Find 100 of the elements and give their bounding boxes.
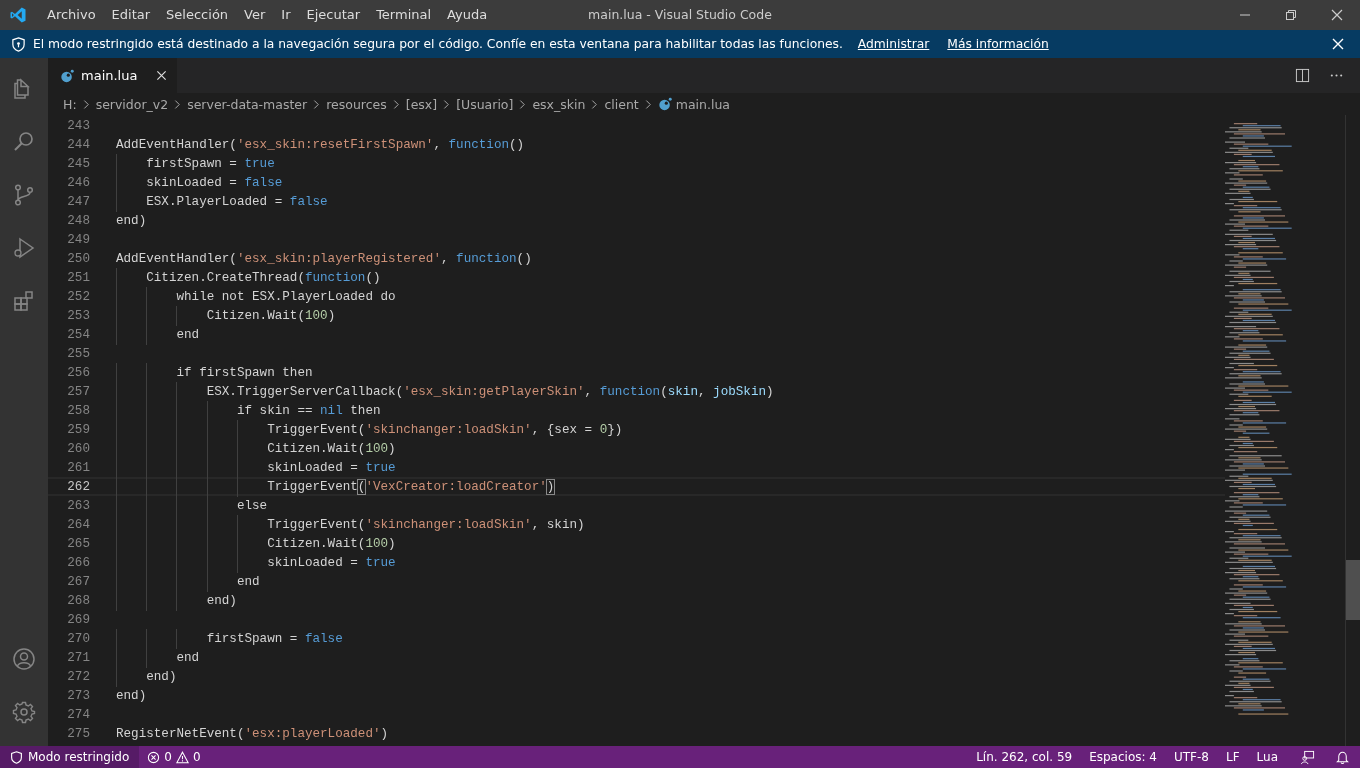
editor-tab[interactable]: main.lua bbox=[48, 58, 178, 93]
status-item[interactable]: Lín. 262, col. 59 bbox=[976, 750, 1073, 764]
code-text: while not ESX.PlayerLoaded do bbox=[116, 289, 396, 304]
code-text: if firstSpawn then bbox=[116, 365, 313, 380]
line-number: 248 bbox=[66, 213, 90, 228]
line-number: 251 bbox=[66, 270, 90, 285]
banner-link[interactable]: Administrar bbox=[857, 37, 930, 51]
menu-item[interactable]: Ver bbox=[236, 0, 274, 30]
code-text: TriggerEvent('skinchanger:loadSkin', {sex = 0}) bbox=[116, 422, 623, 437]
close-icon[interactable] bbox=[156, 70, 168, 81]
breadcrumb-item[interactable]: client bbox=[604, 96, 639, 112]
line-number: 256 bbox=[66, 365, 90, 380]
breadcrumb-item[interactable]: esx_skin bbox=[532, 96, 586, 112]
code-text: end) bbox=[116, 593, 237, 608]
warning-icon bbox=[175, 750, 189, 764]
problems-button[interactable]: 0 0 bbox=[139, 750, 209, 764]
scrollbar-thumb[interactable] bbox=[1346, 560, 1360, 620]
breadcrumb-item[interactable]: main.lua bbox=[675, 96, 730, 112]
menu-item[interactable]: Selección bbox=[158, 0, 237, 30]
line-number: 255 bbox=[66, 346, 90, 361]
line-number: 275 bbox=[66, 726, 90, 741]
line-number: 252 bbox=[66, 289, 90, 304]
branch-icon[interactable] bbox=[12, 182, 36, 207]
bell-icon[interactable] bbox=[1335, 749, 1350, 765]
line-number: 258 bbox=[66, 403, 90, 418]
code-text: AddEventHandler('esx_skin:playerRegistered', function() bbox=[116, 251, 532, 266]
line-number: 263 bbox=[66, 498, 90, 513]
error-icon bbox=[147, 750, 161, 764]
line-number: 274 bbox=[66, 707, 90, 722]
feedback-icon[interactable] bbox=[1300, 749, 1315, 765]
code-text: skinLoaded = true bbox=[116, 460, 396, 475]
line-number: 272 bbox=[66, 669, 90, 684]
lua-file-icon bbox=[60, 68, 74, 83]
settings-icon[interactable] bbox=[12, 699, 36, 724]
line-number: 245 bbox=[66, 156, 90, 171]
line-number: 257 bbox=[66, 384, 90, 399]
line-number: 273 bbox=[66, 688, 90, 703]
code-text: Citizen.Wait(100) bbox=[116, 308, 336, 323]
breadcrumb-item[interactable]: H: bbox=[63, 96, 77, 112]
code-text: if skin == nil then bbox=[116, 403, 381, 418]
code-text: AddEventHandler('esx_skin:resetFirstSpawn', function() bbox=[116, 137, 525, 152]
menu-item[interactable]: Terminal bbox=[368, 0, 440, 30]
restricted-mode-button[interactable]: Modo restringido bbox=[0, 746, 140, 768]
line-number: 270 bbox=[66, 631, 90, 646]
code-text: Citizen.Wait(100) bbox=[116, 536, 396, 551]
line-number: 269 bbox=[66, 612, 90, 627]
account-icon[interactable] bbox=[12, 646, 36, 671]
status-item[interactable]: LF bbox=[1225, 750, 1240, 764]
line-number: 246 bbox=[66, 175, 90, 190]
status-item[interactable]: Lua bbox=[1256, 750, 1278, 764]
code-text: end bbox=[116, 650, 200, 665]
breadcrumb-item[interactable]: [esx] bbox=[405, 96, 438, 112]
line-number: 254 bbox=[66, 327, 90, 342]
window-title: main.lua - Visual Studio Code bbox=[587, 6, 773, 24]
shield-icon bbox=[10, 750, 23, 764]
code-text: end) bbox=[116, 213, 147, 228]
status-item[interactable]: UTF-8 bbox=[1174, 750, 1209, 764]
banner-link[interactable]: Más información bbox=[947, 37, 1049, 51]
line-number: 261 bbox=[66, 460, 90, 475]
line-number: 243 bbox=[66, 118, 90, 133]
chevron-icon bbox=[519, 98, 527, 110]
chevron-icon bbox=[174, 98, 182, 110]
line-number: 264 bbox=[66, 517, 90, 532]
line-number: 267 bbox=[66, 574, 90, 589]
split-editor-icon[interactable] bbox=[1295, 68, 1310, 83]
lua-file-icon bbox=[657, 97, 672, 111]
chevron-icon bbox=[591, 98, 599, 110]
breadcrumb-item[interactable]: resources bbox=[326, 96, 387, 112]
code-text: ESX.PlayerLoaded = false bbox=[116, 194, 328, 209]
menu-item[interactable]: Archivo bbox=[39, 0, 104, 30]
code-text: TriggerEvent('VexCreator:loadCreator') bbox=[116, 479, 555, 494]
close-icon[interactable] bbox=[1331, 9, 1343, 21]
code-text: skinLoaded = true bbox=[116, 555, 396, 570]
line-number: 244 bbox=[66, 137, 90, 152]
code-text: end bbox=[116, 574, 260, 589]
code-text: end bbox=[116, 327, 200, 342]
menu-item[interactable]: Editar bbox=[103, 0, 159, 30]
line-number: 260 bbox=[66, 441, 90, 456]
code-text: firstSpawn = true bbox=[116, 156, 275, 171]
chevron-icon bbox=[644, 98, 652, 110]
menu-item[interactable]: Ir bbox=[273, 0, 299, 30]
chevron-icon bbox=[313, 98, 321, 110]
menu-item[interactable]: Ayuda bbox=[439, 0, 496, 30]
status-item[interactable]: Espacios: 4 bbox=[1089, 750, 1157, 764]
vscode-logo-icon bbox=[9, 6, 27, 24]
breadcrumb-item[interactable]: servidor_v2 bbox=[95, 96, 169, 112]
run-debug-icon[interactable] bbox=[12, 235, 36, 260]
line-number: 271 bbox=[66, 650, 90, 665]
breadcrumb-item[interactable]: [Usuario] bbox=[456, 96, 514, 112]
line-number: 265 bbox=[66, 536, 90, 551]
shield-icon bbox=[11, 36, 26, 52]
tab-label: main.lua bbox=[81, 68, 138, 83]
menu-item[interactable]: Ejecutar bbox=[298, 0, 369, 30]
extensions-icon[interactable] bbox=[12, 288, 36, 313]
restore-icon[interactable] bbox=[1285, 9, 1297, 21]
line-number: 250 bbox=[66, 251, 90, 266]
code-text: firstSpawn = false bbox=[116, 631, 343, 646]
line-number: 247 bbox=[66, 194, 90, 209]
chevron-icon bbox=[443, 98, 451, 110]
breadcrumb-item[interactable]: server-data-master bbox=[187, 96, 308, 112]
